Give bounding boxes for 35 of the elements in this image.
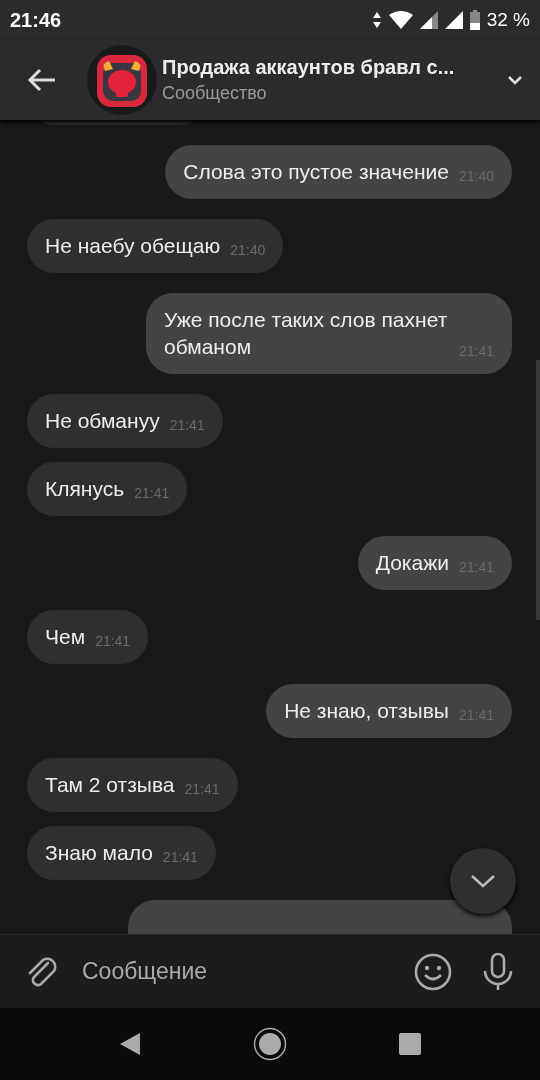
back-arrow-icon[interactable] [27,68,57,92]
battery-level: 32 % [486,9,530,31]
signal-icon [444,11,463,29]
signal-icon [419,11,438,29]
message-time: 21:41 [134,484,170,503]
message-time: 21:40 [230,241,266,260]
scroll-down-button[interactable] [450,848,516,914]
battery-icon [469,10,480,30]
message-text: Клянусь [45,477,125,500]
message-text: Знаю мало [45,841,153,864]
status-time: 21:46 [10,8,62,32]
message-time: 21:41 [95,632,131,651]
message-text: Докажи [375,551,449,574]
message-text: Не знаю, отзывы [284,699,449,722]
microphone-icon[interactable] [482,952,514,991]
message-text: Там 2 отзыва [45,773,175,796]
data-arrows-icon [371,11,382,29]
message-text: Чем [45,625,86,648]
chevron-down-icon[interactable] [507,75,523,85]
message-text: Не обмануу [45,409,160,432]
chat-title[interactable]: Продажа аккаунтов бравл с... [162,56,507,79]
back-icon[interactable] [119,1032,141,1056]
message-text: Уже после таких слов пахнет обманом [164,308,448,358]
chevron-down-icon [470,874,496,888]
message-text: Слова это пустое значение [183,160,449,183]
message-time: 21:41 [162,848,198,867]
emoji-icon[interactable] [414,952,452,991]
chat-subtitle: Сообщество [162,83,268,104]
avatar-icon [87,45,157,115]
message-time: 21:41 [169,416,205,435]
message-time: 21:41 [184,780,220,799]
message-text: Не наебу обещаю [45,234,221,257]
wifi-icon [388,11,413,29]
message-field[interactable]: Сообщение [76,958,396,985]
home-icon[interactable] [253,1027,287,1061]
